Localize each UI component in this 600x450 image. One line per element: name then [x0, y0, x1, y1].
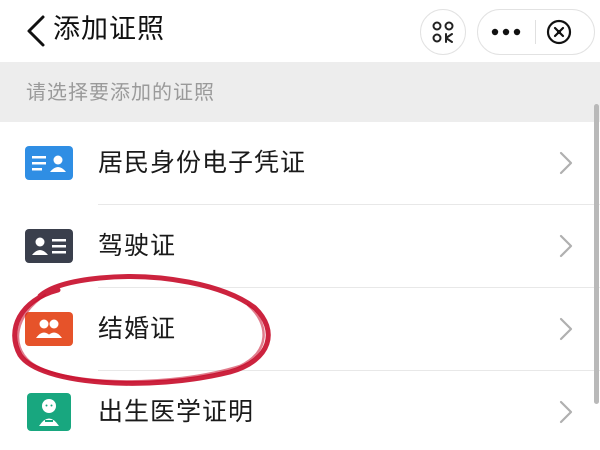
chevron-left-icon[interactable] [22, 14, 52, 48]
screen: 添加证照 请选择要添加的证照 居民身份电子凭证 驾驶证 结婚证 出生医学证明 [0, 0, 600, 450]
couple-icon [25, 312, 73, 346]
id-card-icon [25, 146, 73, 180]
item-label: 居民身份电子凭证 [98, 148, 307, 177]
baby-certificate-icon [27, 393, 71, 431]
more-dots-icon[interactable] [490, 24, 522, 44]
page-title: 添加证照 [53, 14, 165, 45]
chevron-right-icon [559, 317, 573, 345]
close-circle-icon[interactable] [546, 19, 572, 49]
chevron-right-icon [559, 400, 573, 428]
list-item-birth-certificate[interactable]: 出生医学证明 [0, 371, 600, 450]
certificate-list: 居民身份电子凭证 驾驶证 结婚证 出生医学证明 [0, 122, 600, 450]
item-label: 驾驶证 [98, 231, 177, 260]
list-item-marriage-certificate[interactable]: 结婚证 [0, 288, 600, 371]
item-label: 结婚证 [98, 314, 177, 343]
list-item-resident-id[interactable]: 居民身份电子凭证 [0, 122, 600, 205]
nav-bar: 添加证照 [0, 0, 600, 62]
driver-license-icon [25, 229, 73, 263]
list-item-driver-license[interactable]: 驾驶证 [0, 205, 600, 288]
capsule-divider [535, 20, 536, 44]
chevron-right-icon [559, 234, 573, 262]
scan-button[interactable] [420, 9, 466, 55]
section-hint: 请选择要添加的证照 [26, 80, 215, 104]
chevron-right-icon [559, 151, 573, 179]
scan-icon [432, 21, 454, 43]
scrollbar[interactable] [594, 104, 599, 404]
item-label: 出生医学证明 [98, 397, 255, 426]
mini-program-capsule [477, 9, 595, 55]
